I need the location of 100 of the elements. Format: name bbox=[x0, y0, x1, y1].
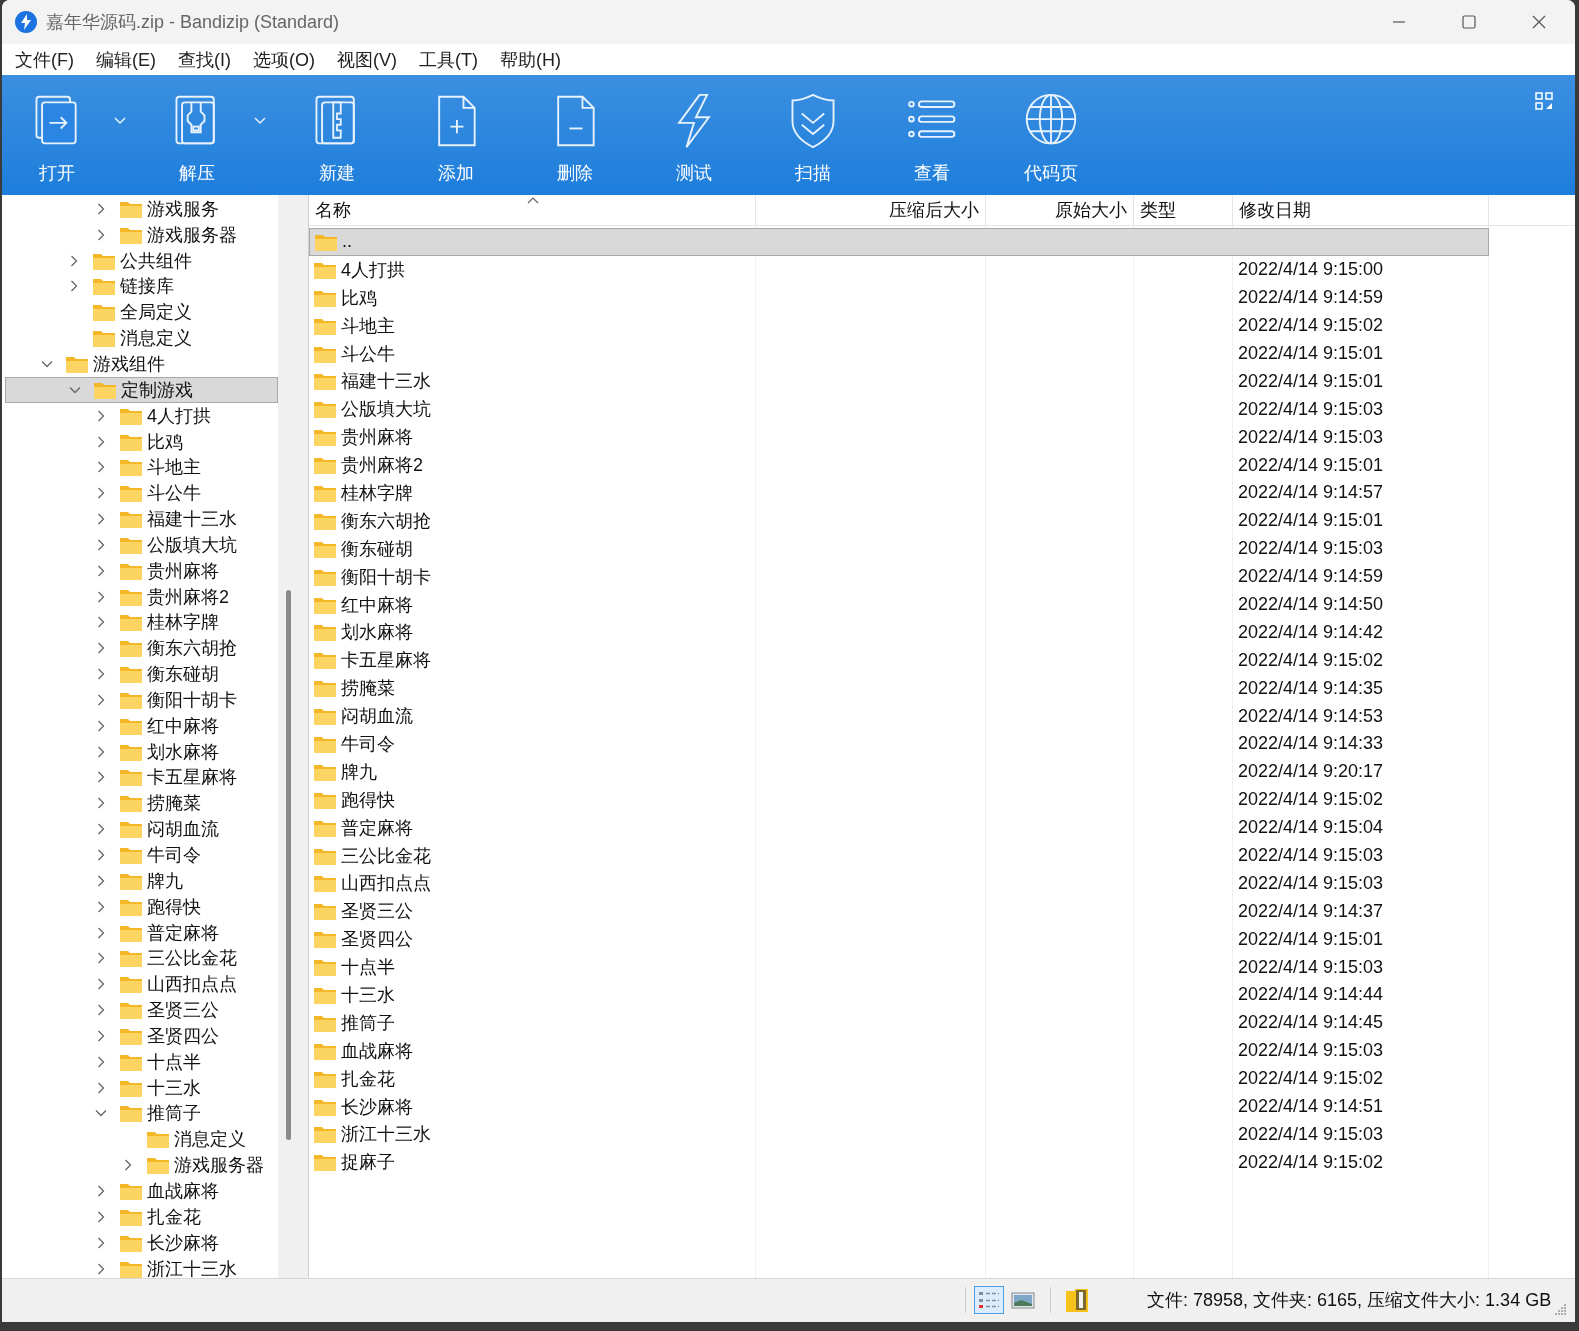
file-row[interactable]: 山西扣点点 2022/4/14 9:15:03 bbox=[309, 869, 1489, 898]
file-row[interactable]: 十三水 2022/4/14 9:14:44 bbox=[309, 981, 1489, 1009]
file-row[interactable]: 划水麻将 2022/4/14 9:14:42 bbox=[309, 618, 1489, 647]
tree-item[interactable]: 血战麻将 bbox=[5, 1178, 278, 1204]
chevron-down-icon[interactable] bbox=[41, 358, 53, 370]
file-row[interactable]: 牛司令 2022/4/14 9:14:33 bbox=[309, 730, 1489, 758]
chevron-right-icon[interactable] bbox=[68, 280, 80, 293]
file-row[interactable]: 卡五星麻将 2022/4/14 9:15:02 bbox=[309, 646, 1489, 675]
chevron-right-icon[interactable] bbox=[95, 849, 107, 861]
dropdown-caret-icon[interactable] bbox=[254, 117, 266, 125]
chevron-right-icon[interactable] bbox=[95, 1236, 107, 1249]
chevron-right-icon[interactable] bbox=[95, 745, 107, 758]
menu-item[interactable]: 视图(V) bbox=[337, 47, 397, 72]
file-row[interactable]: 公版填大坑 2022/4/14 9:15:03 bbox=[309, 395, 1489, 424]
resize-grip-icon[interactable] bbox=[1555, 1303, 1567, 1315]
tree-item[interactable]: 牛司令 bbox=[5, 842, 278, 868]
column-header[interactable]: 原始大小 bbox=[1055, 198, 1127, 222]
file-row[interactable]: 浙江十三水 2022/4/14 9:15:03 bbox=[309, 1120, 1489, 1149]
chevron-right-icon[interactable] bbox=[95, 1055, 107, 1068]
tree-item[interactable]: 浙江十三水 bbox=[5, 1255, 278, 1278]
tree-item[interactable]: 公共组件 bbox=[5, 247, 278, 274]
menu-item[interactable]: 工具(T) bbox=[419, 47, 478, 72]
tree-item[interactable]: 衡阳十胡卡 bbox=[5, 687, 278, 713]
tree-item[interactable]: 4人打拱 bbox=[5, 402, 278, 429]
chevron-right-icon[interactable] bbox=[95, 1081, 107, 1094]
tree-item[interactable]: 衡东六胡抢 bbox=[5, 635, 278, 662]
chevron-right-icon[interactable] bbox=[95, 590, 107, 603]
tree-item[interactable]: 公版填大坑 bbox=[5, 531, 278, 558]
chevron-right-icon[interactable] bbox=[68, 254, 80, 267]
chevron-right-icon[interactable] bbox=[95, 1185, 107, 1197]
tree-item[interactable]: 衡东碰胡 bbox=[5, 661, 278, 688]
tree-item[interactable]: 游戏服务器 bbox=[5, 1152, 278, 1179]
tree-item[interactable]: 划水麻将 bbox=[5, 738, 278, 765]
file-row[interactable]: .. bbox=[309, 228, 1489, 256]
toolbar-button[interactable]: 删除 bbox=[544, 75, 606, 185]
tree-item[interactable]: 全局定义 bbox=[5, 299, 278, 326]
tree-item[interactable]: 推筒子 bbox=[5, 1100, 278, 1127]
chevron-right-icon[interactable] bbox=[95, 461, 107, 474]
chevron-right-icon[interactable] bbox=[95, 797, 107, 810]
archive-folder-icon[interactable] bbox=[1065, 1287, 1089, 1313]
file-row[interactable]: 衡东碰胡 2022/4/14 9:15:03 bbox=[309, 534, 1489, 563]
scrollbar-thumb[interactable] bbox=[286, 590, 291, 1140]
file-row[interactable]: 闷胡血流 2022/4/14 9:14:53 bbox=[309, 702, 1489, 731]
chevron-right-icon[interactable] bbox=[95, 1262, 107, 1275]
tree-item[interactable]: 扎金花 bbox=[5, 1203, 278, 1230]
chevron-right-icon[interactable] bbox=[95, 978, 107, 991]
chevron-right-icon[interactable] bbox=[95, 771, 107, 784]
chevron-right-icon[interactable] bbox=[95, 952, 107, 965]
file-row[interactable]: 贵州麻将 2022/4/14 9:15:03 bbox=[309, 423, 1489, 452]
tree-item[interactable]: 闷胡血流 bbox=[5, 816, 278, 843]
file-row[interactable]: 十点半 2022/4/14 9:15:03 bbox=[309, 953, 1489, 982]
toolbar-button[interactable]: 扫描 bbox=[782, 75, 844, 185]
toolbar-button[interactable]: 代码页 bbox=[1020, 75, 1082, 185]
file-row[interactable]: 斗公牛 2022/4/14 9:15:01 bbox=[309, 339, 1489, 368]
tree-item[interactable]: 捞腌菜 bbox=[5, 790, 278, 817]
tree-item[interactable]: 贵州麻将2 bbox=[5, 583, 278, 610]
chevron-right-icon[interactable] bbox=[95, 202, 107, 215]
file-row[interactable]: 斗地主 2022/4/14 9:15:02 bbox=[309, 311, 1489, 340]
chevron-right-icon[interactable] bbox=[95, 823, 107, 836]
file-row[interactable]: 衡东六胡抢 2022/4/14 9:15:01 bbox=[309, 506, 1489, 535]
file-row[interactable]: 福建十三水 2022/4/14 9:15:01 bbox=[309, 367, 1489, 396]
tree-item[interactable]: 卡五星麻将 bbox=[5, 764, 278, 791]
chevron-right-icon[interactable] bbox=[95, 1004, 107, 1017]
file-row[interactable]: 捞腌菜 2022/4/14 9:14:35 bbox=[309, 674, 1489, 703]
menu-item[interactable]: 文件(F) bbox=[15, 47, 74, 72]
chevron-right-icon[interactable] bbox=[95, 487, 107, 500]
tree-item[interactable]: 贵州麻将 bbox=[5, 557, 278, 584]
tree-item[interactable]: 跑得快 bbox=[5, 893, 278, 920]
file-row[interactable]: 比鸡 2022/4/14 9:14:59 bbox=[309, 283, 1489, 312]
chevron-right-icon[interactable] bbox=[95, 926, 107, 939]
tree-item[interactable]: 游戏服务 bbox=[5, 196, 278, 222]
file-row[interactable]: 4人打拱 2022/4/14 9:15:00 bbox=[309, 255, 1489, 284]
file-row[interactable]: 衡阳十胡卡 2022/4/14 9:14:59 bbox=[309, 562, 1489, 591]
chevron-right-icon[interactable] bbox=[95, 693, 107, 706]
toolbar-button[interactable]: 测试 bbox=[663, 75, 725, 185]
tree-item[interactable]: 比鸡 bbox=[5, 428, 278, 455]
file-row[interactable]: 牌九 2022/4/14 9:20:17 bbox=[309, 757, 1489, 786]
chevron-right-icon[interactable] bbox=[95, 564, 107, 577]
details-view-button[interactable] bbox=[974, 1286, 1004, 1314]
tree-item[interactable]: 圣贤三公 bbox=[5, 997, 278, 1023]
menu-item[interactable]: 查找(I) bbox=[178, 47, 231, 72]
chevron-right-icon[interactable] bbox=[95, 538, 107, 551]
tree-item[interactable]: 游戏服务器 bbox=[5, 221, 278, 248]
toolbar-button[interactable]: 解压 bbox=[166, 75, 228, 185]
file-row[interactable]: 圣贤四公 2022/4/14 9:15:01 bbox=[309, 925, 1489, 954]
file-row[interactable]: 红中麻将 2022/4/14 9:14:50 bbox=[309, 590, 1489, 619]
tree-item[interactable]: 牌九 bbox=[5, 867, 278, 894]
toolbar-button[interactable]: 查看 bbox=[901, 75, 963, 185]
chevron-right-icon[interactable] bbox=[95, 642, 107, 655]
chevron-right-icon[interactable] bbox=[95, 513, 107, 526]
chevron-right-icon[interactable] bbox=[95, 1210, 107, 1223]
column-header[interactable]: 名称 bbox=[315, 198, 351, 222]
toolbar-button[interactable]: 新建 bbox=[306, 75, 368, 185]
toolbar-button[interactable]: 添加 bbox=[425, 75, 487, 185]
file-row[interactable]: 桂林字牌 2022/4/14 9:14:57 bbox=[309, 479, 1489, 507]
tree-item[interactable]: 消息定义 bbox=[5, 1126, 278, 1153]
chevron-right-icon[interactable] bbox=[122, 1159, 134, 1172]
tree-item[interactable]: 山西扣点点 bbox=[5, 971, 278, 998]
tree-item[interactable]: 普定麻将 bbox=[5, 919, 278, 946]
tree-item[interactable]: 定制游戏 bbox=[5, 376, 278, 403]
